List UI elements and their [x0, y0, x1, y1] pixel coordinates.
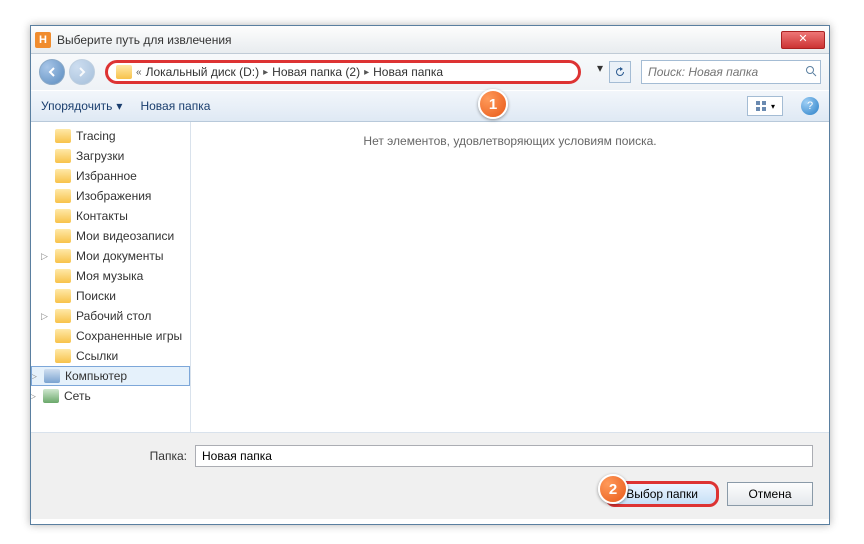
folder-icon — [55, 329, 71, 343]
folder-icon — [55, 129, 71, 143]
refresh-icon — [614, 66, 626, 78]
refresh-button[interactable] — [609, 61, 631, 83]
folder-icon — [55, 169, 71, 183]
tree-item[interactable]: Tracing — [31, 126, 190, 146]
folder-name-input[interactable] — [195, 445, 813, 467]
navbar: « Локальный диск (D:) ▸ Новая папка (2) … — [31, 54, 829, 90]
window-title: Выберите путь для извлечения — [57, 33, 781, 47]
help-button[interactable]: ? — [801, 97, 819, 115]
forward-button[interactable] — [69, 59, 95, 85]
tree-item[interactable]: ▷Мои документы — [31, 246, 190, 266]
tree-item[interactable]: Контакты — [31, 206, 190, 226]
tree-item[interactable]: Избранное — [31, 166, 190, 186]
chevron-right-icon: ▸ — [263, 67, 268, 78]
folder-icon — [55, 229, 71, 243]
folder-icon — [55, 149, 71, 163]
breadcrumb-item[interactable]: Новая папка — [373, 65, 443, 79]
footer: Папка: Выбор папки Отмена — [31, 432, 829, 519]
chevron-down-icon: ▾ — [771, 102, 775, 111]
cancel-button[interactable]: Отмена — [727, 482, 813, 506]
tree-item-network[interactable]: ▷Сеть — [31, 386, 190, 406]
chevron-down-icon: ▾ — [116, 99, 122, 113]
close-button[interactable]: ✕ — [781, 31, 825, 49]
new-folder-button[interactable]: Новая папка — [140, 99, 210, 113]
tree-item[interactable]: Изображения — [31, 186, 190, 206]
tree-item[interactable]: Поиски — [31, 286, 190, 306]
folder-icon — [116, 65, 132, 79]
back-button[interactable] — [39, 59, 65, 85]
folder-label: Папка: — [47, 449, 187, 463]
tree-item[interactable]: Ссылки — [31, 346, 190, 366]
folder-icon — [55, 209, 71, 223]
tree-item[interactable]: Моя музыка — [31, 266, 190, 286]
folder-icon — [55, 349, 71, 363]
chevron-right-icon: ▸ — [364, 67, 369, 78]
view-options[interactable]: ▾ — [747, 96, 783, 116]
search-icon[interactable] — [805, 65, 817, 80]
breadcrumb-item[interactable]: Локальный диск (D:) — [146, 65, 260, 79]
arrow-left-icon — [46, 66, 58, 78]
arrow-right-icon — [76, 66, 88, 78]
organize-menu[interactable]: Упорядочить ▾ — [41, 99, 122, 113]
tree-item[interactable]: Сохраненные игры — [31, 326, 190, 346]
folder-name-row: Папка: — [47, 445, 813, 467]
body-area: Tracing Загрузки Избранное Изображения К… — [31, 122, 829, 432]
folder-picker-dialog: H Выберите путь для извлечения ✕ « Локал… — [30, 25, 830, 525]
folder-icon — [55, 309, 71, 323]
folder-icon — [55, 289, 71, 303]
folder-icon — [55, 249, 71, 263]
search-input[interactable] — [648, 65, 805, 79]
breadcrumb-item[interactable]: Новая папка (2) — [272, 65, 360, 79]
file-list[interactable]: Нет элементов, удовлетворяющих условиям … — [191, 122, 829, 432]
tree-item-computer[interactable]: ▷Компьютер — [31, 366, 190, 386]
annotation-callout-1: 1 — [478, 89, 508, 119]
tree-item[interactable]: Загрузки — [31, 146, 190, 166]
button-row: Выбор папки Отмена — [47, 481, 813, 507]
toolbar: Упорядочить ▾ Новая папка ▾ ? — [31, 90, 829, 122]
search-box[interactable] — [641, 60, 821, 84]
empty-message: Нет элементов, удовлетворяющих условиям … — [363, 134, 656, 148]
new-folder-label: Новая папка — [140, 99, 210, 113]
computer-icon — [44, 369, 60, 383]
breadcrumb-prefix: « — [136, 67, 142, 78]
address-bar[interactable]: « Локальный диск (D:) ▸ Новая папка (2) … — [105, 60, 581, 84]
network-icon — [43, 389, 59, 403]
titlebar: H Выберите путь для извлечения ✕ — [31, 26, 829, 54]
address-tail: ▾ — [593, 61, 631, 83]
folder-icon — [55, 189, 71, 203]
app-icon: H — [35, 32, 51, 48]
view-icon — [755, 100, 769, 112]
tree-item[interactable]: ▷Рабочий стол — [31, 306, 190, 326]
annotation-callout-2: 2 — [598, 474, 628, 504]
nav-tree[interactable]: Tracing Загрузки Избранное Изображения К… — [31, 122, 191, 432]
address-dropdown[interactable]: ▾ — [593, 61, 607, 83]
tree-item[interactable]: Мои видеозаписи — [31, 226, 190, 246]
organize-label: Упорядочить — [41, 99, 112, 113]
folder-icon — [55, 269, 71, 283]
